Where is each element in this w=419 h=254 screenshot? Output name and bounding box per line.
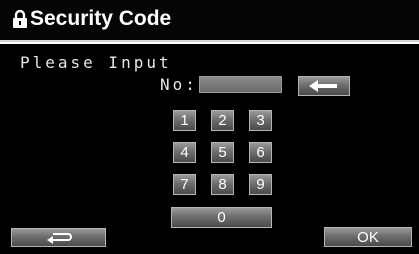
key-0-label: 0 (217, 209, 226, 226)
key-5-label: 5 (218, 144, 227, 161)
ok-button[interactable]: OK (324, 227, 412, 247)
key-2-label: 2 (218, 112, 227, 129)
page-title: Security Code (30, 7, 172, 30)
key-5[interactable]: 5 (211, 142, 234, 163)
key-1-label: 1 (180, 112, 189, 129)
key-3-label: 3 (256, 112, 265, 129)
return-icon (46, 232, 72, 244)
key-6-label: 6 (256, 144, 265, 161)
key-9-label: 9 (256, 176, 265, 193)
left-arrow-icon (309, 80, 337, 92)
code-label: No: (160, 75, 198, 94)
key-8-label: 8 (218, 176, 227, 193)
title-bar: Security Code (0, 0, 419, 42)
back-button[interactable] (11, 228, 106, 247)
backspace-button[interactable] (298, 76, 350, 96)
code-input-field[interactable] (199, 76, 282, 93)
key-7[interactable]: 7 (173, 174, 196, 195)
key-8[interactable]: 8 (211, 174, 234, 195)
security-code-screen: Security Code Please Input No: 1 2 3 4 5… (0, 0, 419, 254)
key-4[interactable]: 4 (173, 142, 196, 163)
prompt-text: Please Input (20, 53, 172, 72)
key-0[interactable]: 0 (171, 207, 272, 228)
title-divider (0, 42, 419, 44)
key-6[interactable]: 6 (249, 142, 272, 163)
ok-label: OK (357, 228, 379, 246)
key-9[interactable]: 9 (249, 174, 272, 195)
lock-icon (13, 9, 27, 28)
key-1[interactable]: 1 (173, 110, 196, 131)
key-4-label: 4 (180, 144, 189, 161)
key-7-label: 7 (180, 176, 189, 193)
key-3[interactable]: 3 (249, 110, 272, 131)
key-2[interactable]: 2 (211, 110, 234, 131)
